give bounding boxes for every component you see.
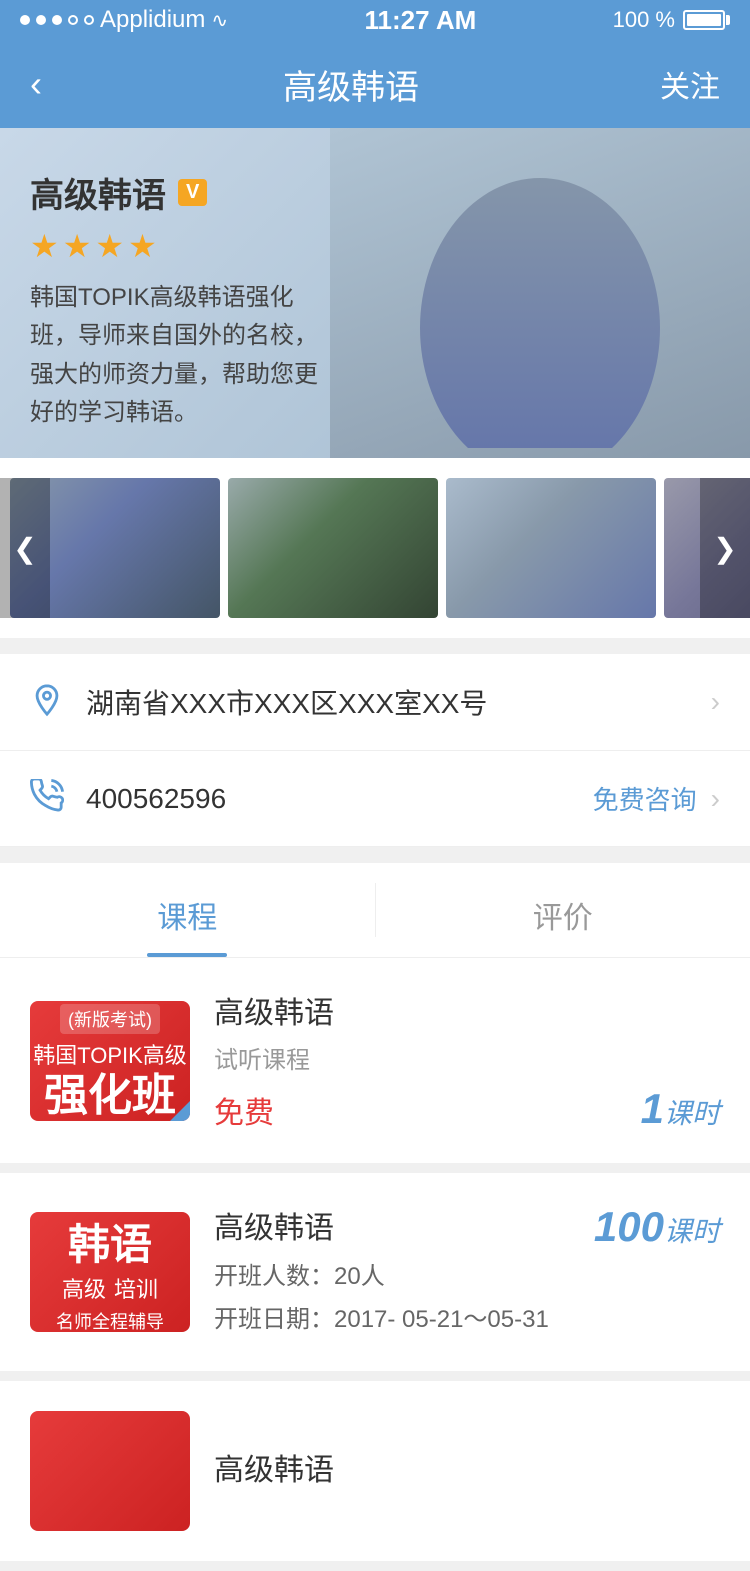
course-info-1: 高级韩语 试听课程 免费 1课时 (214, 988, 720, 1133)
course-thumb-2-mid1: 高级 (62, 1272, 106, 1304)
phone-text: 400562596 (86, 783, 593, 815)
course-subtitle-1: 试听课程 (214, 1040, 720, 1075)
signal-dot-4 (68, 15, 78, 25)
info-section: 湖南省XXX市XXX区XXX室XX号 › 400562596 免费咨询 › (0, 654, 750, 847)
follow-button[interactable]: 关注 (660, 62, 720, 106)
course-item-1[interactable]: (新版考试) 韩国TOPIK高级 强化班 高级韩语 试听课程 免费 1课时 (0, 958, 750, 1173)
hero-content: 高级韩语 V ★ ★ ★ ★ 韩国TOPIK高级韩语强化班，导师来自国外的名校，… (30, 168, 330, 433)
battery-percent: 100 % (613, 7, 675, 33)
gallery-image-2 (228, 478, 438, 618)
signal-dot-1 (20, 15, 30, 25)
gallery-image-3 (446, 478, 656, 618)
course-info-3: 高级韩语 (214, 1445, 720, 1497)
hero-description: 韩国TOPIK高级韩语强化班，导师来自国外的名校，强大的师资力量，帮助您更好的学… (30, 279, 330, 433)
corner-decoration (170, 1101, 190, 1121)
course-hours-num-1: 1 (641, 1085, 664, 1132)
course-thumb-2-small: 名师全程辅导 (56, 1308, 164, 1333)
tab-courses[interactable]: 课程 (0, 863, 375, 957)
course-name-3: 高级韩语 (214, 1445, 720, 1489)
status-bar: Applidium ∿ 11:27 AM 100 % (0, 0, 750, 40)
course-list: (新版考试) 韩国TOPIK高级 强化班 高级韩语 试听课程 免费 1课时 韩语… (0, 958, 750, 1571)
course-thumb-1: (新版考试) 韩国TOPIK高级 强化班 (30, 1001, 190, 1121)
page-title: 高级韩语 (283, 60, 419, 109)
location-chevron: › (711, 686, 720, 718)
battery-icon (683, 10, 730, 30)
course-thumb-2: 韩语 高级 培训 名师全程辅导 (30, 1212, 190, 1332)
course-thumb-3 (30, 1411, 190, 1531)
status-time: 11:27 AM (365, 5, 477, 36)
tab-reviews[interactable]: 评价 (376, 863, 750, 957)
phone-action[interactable]: 免费咨询 › (593, 780, 720, 817)
course-thumb-2-mid2: 培训 (114, 1272, 158, 1304)
location-icon (30, 683, 70, 722)
course-name-2: 高级韩语 (214, 1203, 334, 1247)
course-hours-2: 100课时 (594, 1203, 720, 1251)
consult-button[interactable]: 免费咨询 (593, 780, 697, 817)
phone-row[interactable]: 400562596 免费咨询 › (0, 751, 750, 847)
gallery-items (0, 478, 750, 618)
course-item-2[interactable]: 韩语 高级 培训 名师全程辅导 高级韩语 100课时 开班人数：20人 开班日期… (0, 1173, 750, 1381)
nav-bar: ‹ 高级韩语 关注 (0, 40, 750, 128)
star-1: ★ (30, 227, 59, 265)
course-detail-2: 开班日期：2017- 05-21～05-31 (214, 1298, 720, 1341)
course-hours-1: 1课时 (641, 1085, 720, 1133)
hero-title: 高级韩语 (30, 168, 166, 217)
signal-dot-3 (52, 15, 62, 25)
hero-badge: V (178, 179, 207, 206)
back-button[interactable]: ‹ (30, 63, 42, 105)
course-name-1: 高级韩语 (214, 988, 720, 1032)
gallery-left-arrow[interactable]: ❮ (0, 478, 50, 618)
gallery-item-3[interactable] (446, 478, 656, 618)
course-thumb-2-big: 韩语 (68, 1212, 152, 1272)
course-thumb-1-main: 强化班 (44, 1074, 176, 1118)
status-battery: 100 % (613, 7, 730, 33)
hero-stars: ★ ★ ★ ★ (30, 227, 330, 265)
tabs-section: 课程 评价 (0, 863, 750, 958)
course-detail-1: 开班人数：20人 (214, 1255, 720, 1298)
course-price-1: 免费 (214, 1088, 274, 1132)
photo-gallery: ❮ ❯ (0, 458, 750, 638)
signal-dot-5 (84, 15, 94, 25)
status-carrier: Applidium ∿ (20, 6, 228, 34)
phone-icon (30, 779, 70, 818)
phone-chevron: › (711, 783, 720, 815)
hero-banner: 高级韩语 V ★ ★ ★ ★ 韩国TOPIK高级韩语强化班，导师来自国外的名校，… (0, 128, 750, 458)
star-2: ★ (63, 227, 92, 265)
course-hours-num-2: 100 (594, 1203, 664, 1250)
carrier-name: Applidium (100, 6, 205, 34)
course-item-3[interactable]: 高级韩语 (0, 1381, 750, 1571)
gallery-right-arrow[interactable]: ❯ (700, 478, 750, 618)
course-info-2: 高级韩语 100课时 开班人数：20人 开班日期：2017- 05-21～05-… (214, 1203, 720, 1341)
gallery-item-2[interactable] (228, 478, 438, 618)
wifi-icon: ∿ (211, 8, 228, 33)
location-row[interactable]: 湖南省XXX市XXX区XXX室XX号 › (0, 654, 750, 751)
course-thumb-1-tag: (新版考试) (60, 1004, 160, 1034)
location-text: 湖南省XXX市XXX区XXX室XX号 (86, 682, 703, 722)
star-3: ★ (95, 227, 124, 265)
star-4: ★ (128, 227, 157, 265)
signal-dot-2 (36, 15, 46, 25)
course-thumb-1-subtitle: 韩国TOPIK高级 (33, 1038, 187, 1070)
